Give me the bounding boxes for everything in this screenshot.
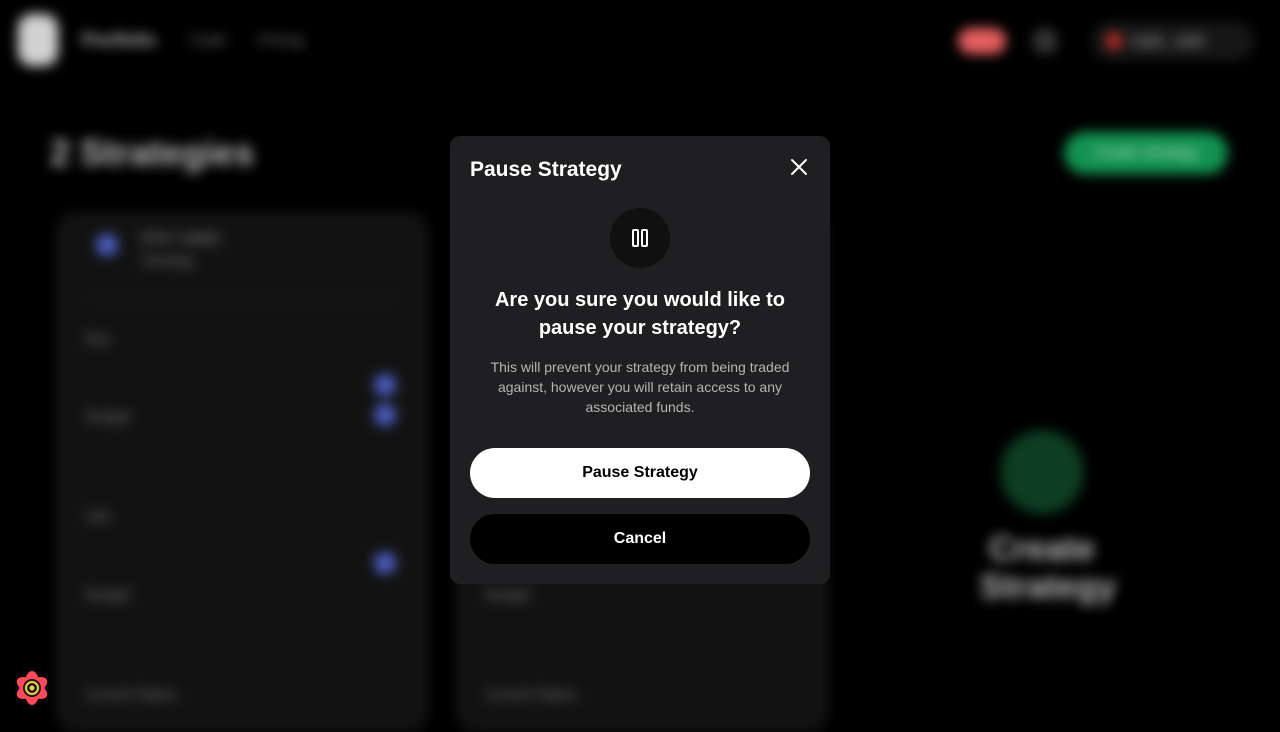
page-title: 2 Strategies <box>50 132 255 173</box>
close-icon[interactable] <box>788 156 810 178</box>
cancel-button[interactable]: Cancel <box>470 514 810 564</box>
network-badge[interactable] <box>958 28 1006 54</box>
pause-icon <box>632 229 648 247</box>
dialog-title: Pause Strategy <box>470 158 622 181</box>
token-icon <box>374 374 396 396</box>
token-icon <box>374 552 396 574</box>
gear-icon[interactable] <box>1032 28 1058 54</box>
token-icon <box>96 234 118 256</box>
nav-item-pricing[interactable]: Pricing <box>258 32 304 49</box>
dialog-question: Are you sure you would like to pause you… <box>494 289 786 339</box>
wallet-button[interactable]: 0x56…b45f <box>1092 22 1254 60</box>
status-label: Current Status <box>486 686 577 702</box>
create-plus-icon[interactable] <box>1000 430 1084 514</box>
budget-label: Budget <box>86 586 131 602</box>
sell-label: Sell <box>86 508 110 524</box>
pause-strategy-dialog: Pause Strategy Are you sure you would li… <box>450 136 830 584</box>
token-icon <box>374 404 396 426</box>
app-logo <box>18 14 58 66</box>
create-strategy-button[interactable]: Create Strategy <box>1064 132 1228 174</box>
pause-icon-badge <box>610 208 670 268</box>
budget-label: Budget <box>486 586 531 602</box>
nav-item-trade[interactable]: Trade <box>188 32 227 49</box>
card-pair: ETH / USDC <box>142 230 222 246</box>
wallet-address: 0x56…b45f <box>1132 33 1204 49</box>
create-strategy-tile-label[interactable]: Create Strategy <box>980 530 1116 606</box>
card-sub: Strategy <box>142 252 195 268</box>
pause-strategy-button[interactable]: Pause Strategy <box>470 448 810 498</box>
buy-label: Buy <box>86 330 111 346</box>
dialog-description: This will prevent your strategy from bei… <box>490 359 790 415</box>
strategy-card[interactable]: ETH / USDC Strategy Buy Budget Sell Budg… <box>56 212 428 732</box>
status-label: Current Status <box>86 686 177 702</box>
nav-brand[interactable]: Portfolio <box>82 30 156 51</box>
budget-label: Budget <box>86 408 131 424</box>
flower-logo-icon[interactable] <box>12 668 52 708</box>
wallet-avatar <box>1106 33 1122 49</box>
